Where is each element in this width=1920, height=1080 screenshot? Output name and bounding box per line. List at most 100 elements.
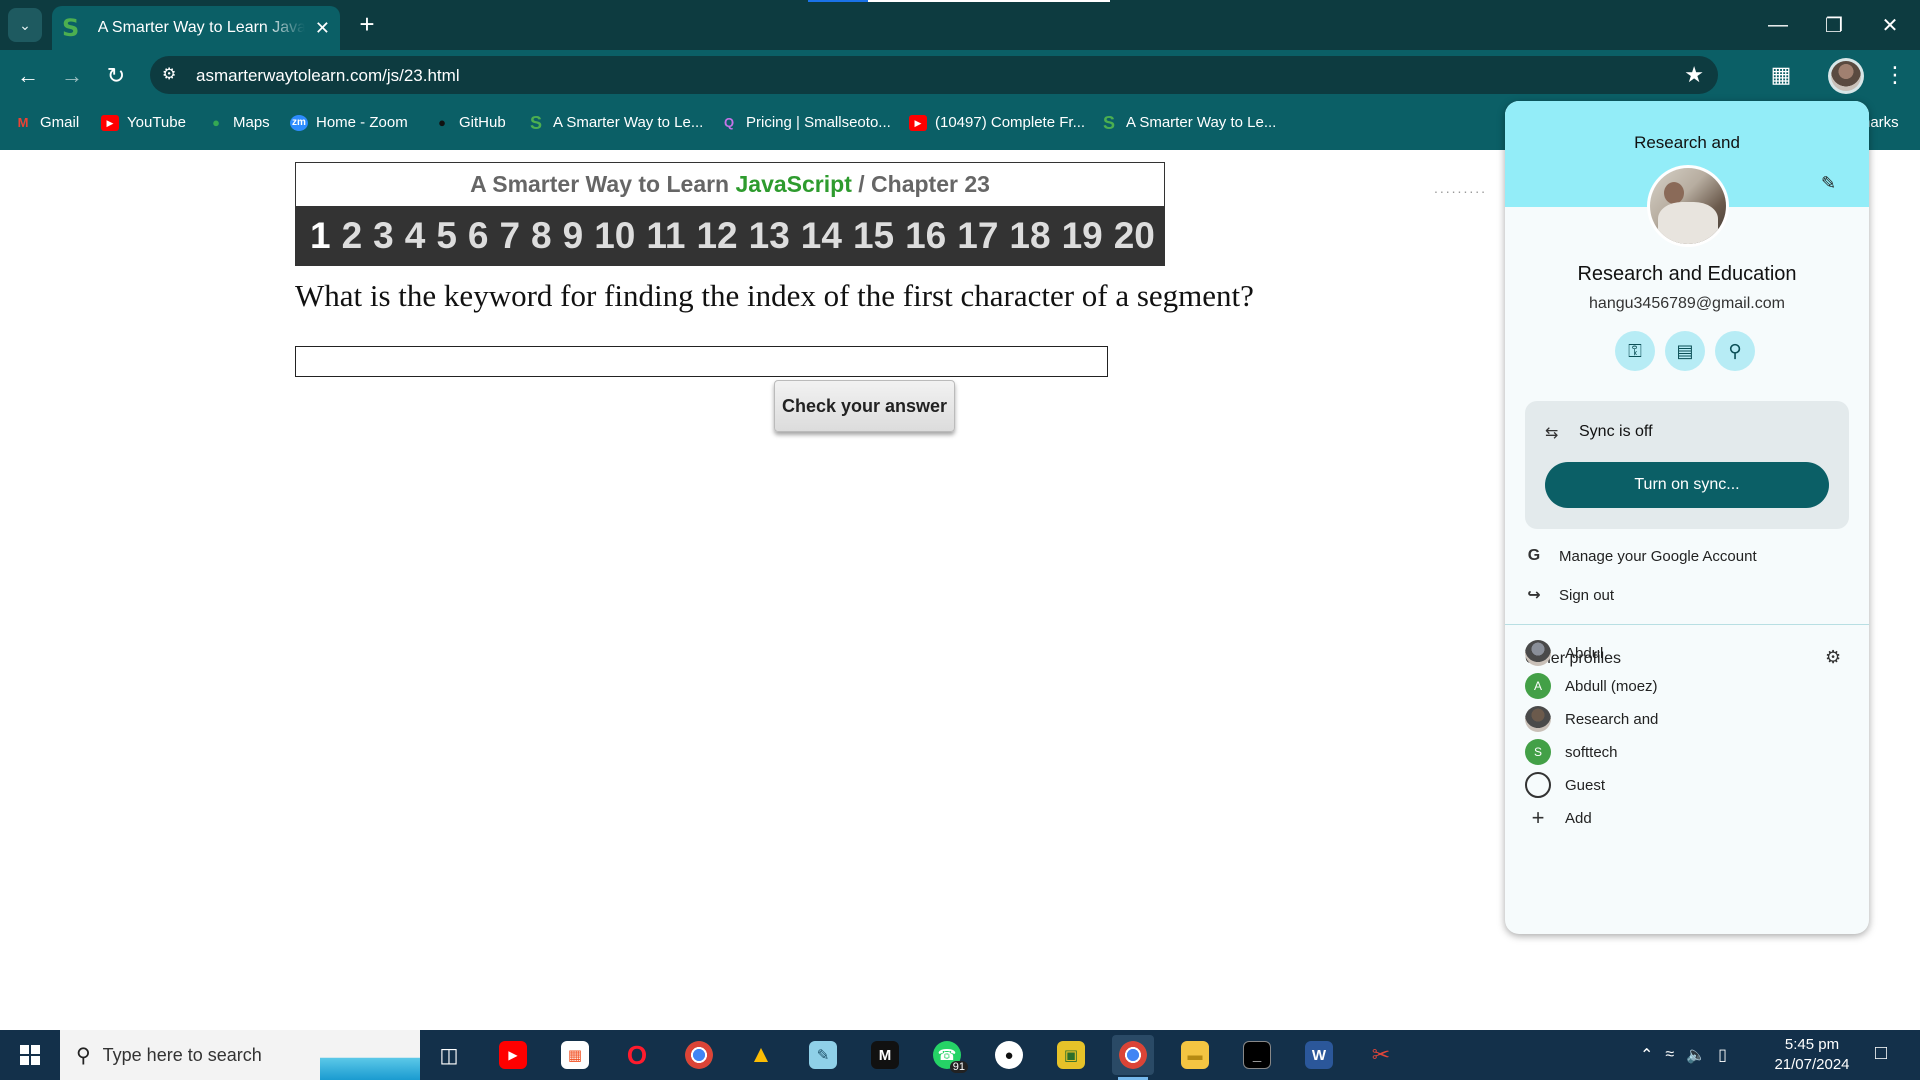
taskbar-photos[interactable]: ▣ (1050, 1035, 1092, 1075)
bookmark-smarter-way[interactable]: S A Smarter Way to Le... (527, 114, 703, 132)
taskbar-opera[interactable]: O (616, 1035, 658, 1075)
browser-menu-icon[interactable]: ⋮ (1882, 58, 1908, 92)
battery-icon[interactable]: ▯ (1718, 1045, 1727, 1065)
bookmark-github[interactable]: ● GitHub (433, 114, 506, 131)
chapter-number-link[interactable]: 17 (957, 215, 998, 257)
new-tab-button[interactable]: + (352, 10, 382, 40)
chapter-number-link[interactable]: 4 (405, 215, 426, 257)
address-bar[interactable]: ⚙ asmarterwaytolearn.com/js/23.html ★ (150, 56, 1718, 94)
profile-item[interactable]: Guest (1525, 768, 1849, 802)
passwords-button[interactable]: ⚿ (1615, 331, 1655, 371)
close-tab-icon[interactable]: ✕ (315, 18, 330, 39)
pencil-icon[interactable]: ✎ (1821, 173, 1836, 194)
bookmark-smarter-way-2[interactable]: S A Smarter Way to Le... (1100, 114, 1276, 132)
wifi-icon[interactable]: ≈ (1665, 1046, 1674, 1064)
bookmark-youtube[interactable]: ▶ YouTube (101, 114, 186, 131)
profile-item[interactable]: Research and (1525, 702, 1849, 736)
menu-item-label: Sign out (1559, 586, 1615, 604)
turn-on-sync-button[interactable]: Turn on sync... (1545, 462, 1829, 508)
search-icon: ⚲ (76, 1044, 91, 1067)
taskbar-drive[interactable]: ▲ (740, 1035, 782, 1075)
chapter-number-link[interactable]: 18 (1009, 215, 1050, 257)
profile-avatar-button[interactable] (1828, 58, 1864, 94)
taskbar-notepad[interactable]: ✎ (802, 1035, 844, 1075)
chapter-number-link[interactable]: 15 (853, 215, 894, 257)
reload-button[interactable]: ↻ (98, 58, 134, 94)
notifications-icon[interactable]: □ (1866, 1042, 1896, 1065)
answer-input[interactable] (295, 346, 1108, 377)
chapter-number-link[interactable]: 13 (749, 215, 790, 257)
addresses-button[interactable]: ⚲ (1715, 331, 1755, 371)
chapter-number-link[interactable]: 10 (594, 215, 635, 257)
github-icon: ● (995, 1041, 1023, 1069)
profile-item[interactable]: A Abdull (moez) (1525, 669, 1849, 703)
manage-google-account-item[interactable]: G Manage your Google Account (1525, 539, 1849, 573)
clock[interactable]: 5:45 pm 21/07/2024 (1762, 1035, 1862, 1075)
taskbar-store[interactable]: ▦ (554, 1035, 596, 1075)
speaker-icon[interactable]: 🔈 (1686, 1045, 1706, 1065)
google-g-icon: G (1527, 547, 1541, 564)
chapter-number-link[interactable]: 14 (801, 215, 842, 257)
bookmark-zoom[interactable]: zm Home - Zoom (290, 114, 408, 131)
taskbar-search[interactable]: ⚲ Type here to search (60, 1030, 420, 1080)
taskbar-terminal[interactable]: _ (1236, 1035, 1278, 1075)
chapter-number-link[interactable]: 20 (1114, 215, 1155, 257)
sync-card: ⇆ Sync is off Turn on sync... (1525, 401, 1849, 529)
forward-button[interactable]: → (54, 58, 90, 94)
payment-methods-button[interactable]: ▤ (1665, 331, 1705, 371)
taskbar-youtube[interactable]: ▶ (492, 1035, 534, 1075)
task-view-button[interactable]: ◫ (428, 1035, 470, 1075)
book-title-brand[interactable]: JavaScript (736, 171, 852, 197)
taskbar-chrome-active[interactable] (1112, 1035, 1154, 1080)
bookmark-gmail[interactable]: M Gmail (14, 114, 80, 131)
chapter-number-link[interactable]: 3 (373, 215, 394, 257)
minimize-button[interactable]: — (1750, 0, 1806, 50)
taskbar-file-explorer[interactable]: ▬ (1174, 1035, 1216, 1075)
taskbar-snipping-tool[interactable]: ✂ (1360, 1035, 1402, 1075)
photos-icon: ▣ (1057, 1041, 1085, 1069)
sign-out-icon: ↪ (1527, 587, 1541, 604)
chapter-number-link[interactable]: 7 (499, 215, 520, 257)
chapter-number-link[interactable]: 1 (310, 215, 331, 257)
profile-name: softtech (1565, 743, 1618, 761)
plus-icon: + (1531, 805, 1545, 830)
taskbar-whatsapp[interactable]: ☎ 91 (926, 1035, 968, 1075)
back-button[interactable]: ← (10, 58, 46, 94)
profile-item[interactable]: + Add (1525, 801, 1849, 835)
bookmark-maps[interactable]: ● Maps (207, 114, 270, 131)
question-text: What is the keyword for finding the inde… (295, 278, 1254, 313)
bookmark-star-icon[interactable]: ★ (1684, 62, 1704, 88)
bookmark-smallseotools[interactable]: Q Pricing | Smallseoto... (720, 114, 891, 131)
taskbar-word[interactable]: W (1298, 1035, 1340, 1075)
active-tab[interactable]: S A Smarter Way to Learn JavaScri ✕ (52, 6, 340, 50)
chapter-number-link[interactable]: 8 (531, 215, 552, 257)
tab-search-button[interactable]: ⌄ (8, 8, 42, 42)
extensions-icon[interactable]: ▦ (1764, 58, 1798, 92)
taskbar-app-m[interactable]: M (864, 1035, 906, 1075)
bookmark-youtube-course[interactable]: ▶ (10497) Complete Fr... (909, 114, 1085, 131)
chapter-number-link[interactable]: 11 (646, 215, 685, 257)
search-placeholder: Type here to search (102, 1044, 262, 1065)
bookmark-label: GitHub (459, 114, 506, 131)
close-window-button[interactable]: ✕ (1862, 0, 1918, 50)
chapter-number-link[interactable]: 19 (1062, 215, 1103, 257)
start-button[interactable] (0, 1030, 60, 1080)
chapter-number-link[interactable]: 2 (342, 215, 363, 257)
site-info-icon[interactable]: ⚙ (162, 64, 176, 84)
url-text[interactable]: asmarterwaytolearn.com/js/23.html (196, 66, 460, 86)
bookmark-label: YouTube (127, 114, 186, 131)
check-answer-button[interactable]: Check your answer (774, 380, 955, 432)
sign-out-item[interactable]: ↪ Sign out (1525, 578, 1849, 612)
taskbar-github[interactable]: ● (988, 1035, 1030, 1075)
profile-menu: Research and ✎ Research and Education ha… (1505, 101, 1869, 934)
profile-item[interactable]: Abdul (1525, 636, 1849, 670)
taskbar-chrome[interactable] (678, 1035, 720, 1075)
chapter-number-link[interactable]: 9 (563, 215, 584, 257)
chapter-number-link[interactable]: 12 (696, 215, 737, 257)
chapter-number-link[interactable]: 5 (436, 215, 457, 257)
restore-button[interactable]: ❐ (1806, 0, 1862, 50)
chapter-number-link[interactable]: 16 (905, 215, 946, 257)
chapter-number-link[interactable]: 6 (468, 215, 489, 257)
profile-item[interactable]: Ssofttech (1525, 735, 1849, 769)
chevron-up-icon[interactable]: ⌃ (1640, 1045, 1653, 1065)
